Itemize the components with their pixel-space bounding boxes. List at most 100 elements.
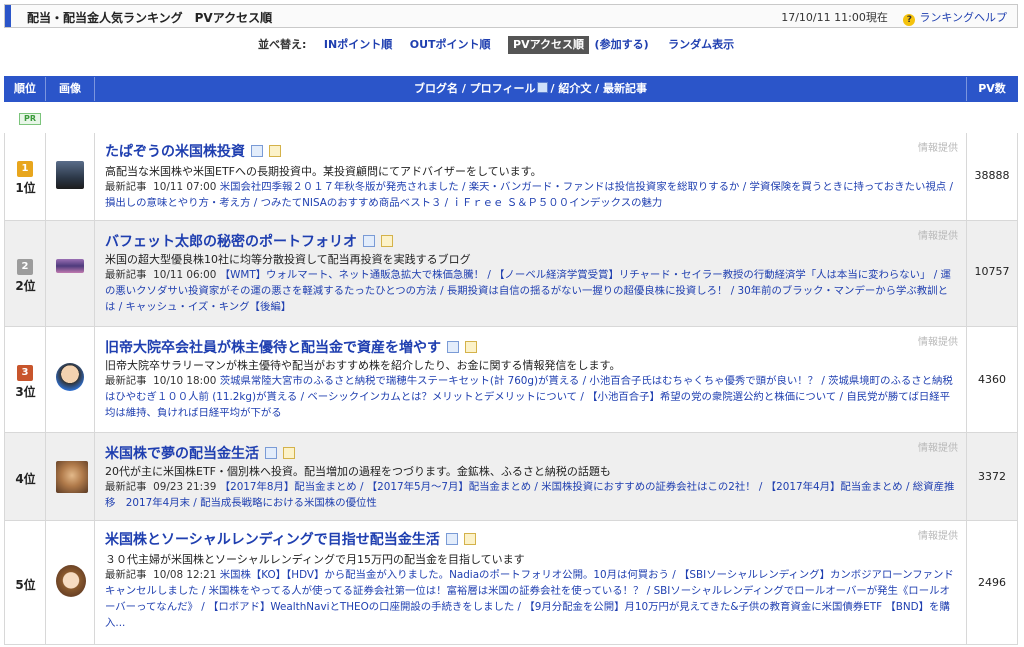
- rank-label: 4位: [15, 472, 36, 486]
- pv-count: 38888: [974, 169, 1010, 182]
- intro-icon[interactable]: [465, 341, 477, 353]
- intro-icon[interactable]: [283, 447, 295, 459]
- question-icon[interactable]: ?: [903, 14, 916, 26]
- blog-title-text[interactable]: たぱぞうの米国株投資: [105, 144, 245, 160]
- silver-medal-icon: 2: [17, 259, 33, 275]
- rank-label: 5位: [15, 578, 36, 592]
- rank-cell: 4位: [5, 433, 46, 520]
- header-blog-label: ブログ名 / プロフィール: [414, 82, 536, 95]
- header-blog: ブログ名 / プロフィール / 紹介文 / 最新記事: [95, 77, 967, 101]
- recent-label: 最新記事: [105, 481, 147, 493]
- sort-in-points[interactable]: INポイント順: [324, 36, 392, 54]
- blog-cell: 旧帝大院卒会社員が株主優待と配当金で資産を増やす 情報提供 旧帝大院卒サラリーマ…: [95, 327, 967, 432]
- page-title: 配当・配当金人気ランキング PVアクセス順: [27, 11, 273, 25]
- header-right: 17/10/11 11:00現在 ? ランキングヘルプ: [781, 9, 1007, 26]
- recent-article-links[interactable]: 【WMT】ウォルマート、ネット通販急拡大で株価急騰！ / 【ノーベル経済学賞受賞…: [105, 269, 951, 313]
- info-provided-label: 情報提供: [918, 337, 958, 348]
- intro-icon[interactable]: [269, 145, 281, 157]
- pv-count: 3372: [978, 470, 1006, 483]
- blog-description: 高配当な米国株や米国ETFへの長期投資中。某投資顧問にてアドバイザーをしています…: [105, 165, 542, 178]
- pv-cell: 4360: [967, 327, 1017, 432]
- blog-title-text[interactable]: 米国株とソーシャルレンディングで目指せ配当金生活: [105, 532, 440, 548]
- info-provided-label: 情報提供: [918, 231, 958, 242]
- bronze-medal-icon: 3: [17, 365, 33, 381]
- profile-icon[interactable]: [447, 341, 459, 353]
- blog-cell: バフェット太郎の秘密のポートフォリオ 情報提供 米国の超大型優良株10社に均等分…: [95, 221, 967, 326]
- blog-avatar[interactable]: [56, 363, 84, 391]
- image-cell: [46, 221, 95, 326]
- header-pv: PV数: [978, 82, 1006, 95]
- blog-description: 旧帝大院卒サラリーマンが株主優待や配当がおすすめ株を紹介したり、お金に関する情報…: [105, 359, 621, 372]
- blog-cell: 米国株とソーシャルレンディングで目指せ配当金生活 情報提供 ３０代主婦が米国株と…: [95, 521, 967, 644]
- page-header: 配当・配当金人気ランキング PVアクセス順 17/10/11 11:00現在 ?…: [4, 4, 1018, 28]
- blog-avatar[interactable]: [56, 565, 86, 597]
- header-accent-bar: [5, 5, 11, 27]
- recent-date: 10/11 07:00: [153, 181, 217, 193]
- blog-avatar[interactable]: [56, 259, 84, 273]
- header-blog-suffix: / 紹介文 / 最新記事: [550, 82, 647, 95]
- random-display-link[interactable]: ランダム表示: [668, 36, 734, 54]
- blog-title-text[interactable]: バフェット太郎の秘密のポートフォリオ: [105, 234, 357, 250]
- blog-title-link[interactable]: 米国株とソーシャルレンディングで目指せ配当金生活: [105, 529, 476, 549]
- recent-article-links[interactable]: 【2017年8月】配当金まとめ / 【2017年5月〜7月】配当金まとめ / 米…: [105, 481, 954, 509]
- blog-description: ３０代主婦が米国株とソーシャルレンディングで月15万円の配当金を目指しています: [105, 553, 525, 566]
- pr-badge[interactable]: PR: [19, 113, 41, 125]
- profile-icon[interactable]: [265, 447, 277, 459]
- rank-cell: 1 1位: [5, 133, 46, 220]
- intro-icon[interactable]: [381, 235, 393, 247]
- recent-articles: 最新記事 09/23 21:39 【2017年8月】配当金まとめ / 【2017…: [105, 479, 957, 511]
- recent-label: 最新記事: [105, 375, 147, 387]
- recent-article-links[interactable]: 米国会社四季報２０１７年秋冬版が発売されました / 楽天・バンガード・ファンドは…: [105, 181, 953, 209]
- blog-title-text[interactable]: 旧帝大院卒会社員が株主優待と配当金で資産を増やす: [105, 340, 441, 356]
- image-cell: [46, 327, 95, 432]
- table-row: 1 1位 たぱぞうの米国株投資 情報提供 高配当な米国株や米国ETFへの長期投資…: [4, 133, 1018, 221]
- rank-cell: 3 3位: [5, 327, 46, 432]
- sort-pv-active[interactable]: PVアクセス順: [508, 36, 590, 54]
- header-image: 画像: [46, 77, 95, 101]
- info-provided-label: 情報提供: [918, 443, 958, 454]
- join-link[interactable]: (参加する): [595, 36, 649, 54]
- ranking-table: 順位 画像 ブログ名 / プロフィール / 紹介文 / 最新記事 PV数: [4, 76, 1018, 102]
- blog-cell: たぱぞうの米国株投資 情報提供 高配当な米国株や米国ETFへの長期投資中。某投資…: [95, 133, 967, 220]
- pv-count: 10757: [974, 265, 1010, 278]
- intro-icon[interactable]: [463, 533, 476, 545]
- blog-avatar[interactable]: [56, 161, 84, 189]
- profile-icon[interactable]: [251, 145, 263, 157]
- recent-article-links[interactable]: 米国株【KO】【HDV】から配当金が入りました。Nadiaのポートフォリオ公開。…: [105, 569, 954, 629]
- info-provided-label: 情報提供: [918, 143, 958, 154]
- ranking-help-link[interactable]: ランキングヘルプ: [919, 11, 1007, 24]
- profile-icon[interactable]: [363, 235, 375, 247]
- image-cell: [46, 521, 95, 644]
- rank-cell: 2 2位: [5, 221, 46, 326]
- blog-title-link[interactable]: 米国株で夢の配当金生活: [105, 443, 295, 463]
- header-rank: 順位: [5, 77, 46, 101]
- rank-label: 2位: [15, 279, 36, 293]
- blog-title-link[interactable]: 旧帝大院卒会社員が株主優待と配当金で資産を増やす: [105, 337, 477, 357]
- recent-label: 最新記事: [105, 181, 147, 193]
- table-row: 3 3位 旧帝大院卒会社員が株主優待と配当金で資産を増やす 情報提供 旧帝大院卒…: [4, 327, 1018, 433]
- pv-count: 2496: [978, 576, 1006, 589]
- recent-article-links[interactable]: 茨城県常陸大宮市のふるさと納税で瑞穂牛ステーキセット(計 760g)が貰える /…: [105, 375, 953, 419]
- rank-label: 1位: [15, 181, 36, 195]
- table-header: 順位 画像 ブログ名 / プロフィール / 紹介文 / 最新記事 PV数: [4, 76, 1018, 102]
- rank-cell: 5位: [5, 521, 46, 644]
- blog-title-text[interactable]: 米国株で夢の配当金生活: [105, 446, 259, 462]
- recent-date: 10/10 18:00: [153, 375, 217, 387]
- blog-title-link[interactable]: バフェット太郎の秘密のポートフォリオ: [105, 231, 393, 251]
- pv-cell: 3372: [967, 433, 1017, 520]
- pv-cell: 10757: [967, 221, 1017, 326]
- blog-description: 20代が主に米国株ETF・個別株へ投資。配当増加の過程をつづります。金鉱株、ふる…: [105, 465, 611, 478]
- sort-out-points[interactable]: OUTポイント順: [410, 36, 491, 54]
- rank-label: 3位: [15, 385, 36, 399]
- blog-title-link[interactable]: たぱぞうの米国株投資: [105, 141, 281, 161]
- profile-icon[interactable]: [445, 533, 458, 545]
- recent-articles: 最新記事 10/10 18:00 茨城県常陸大宮市のふるさと納税で瑞穂牛ステーキ…: [105, 373, 957, 421]
- image-cell: [46, 133, 95, 220]
- table-row: 5位 米国株とソーシャルレンディングで目指せ配当金生活 情報提供 ３０代主婦が米…: [4, 521, 1018, 645]
- info-provided-label: 情報提供: [918, 531, 958, 542]
- recent-label: 最新記事: [105, 569, 147, 581]
- recent-date: 10/11 06:00: [153, 269, 217, 281]
- gold-medal-icon: 1: [17, 161, 33, 177]
- recent-date: 10/08 12:21: [153, 569, 217, 581]
- blog-avatar[interactable]: [56, 461, 88, 493]
